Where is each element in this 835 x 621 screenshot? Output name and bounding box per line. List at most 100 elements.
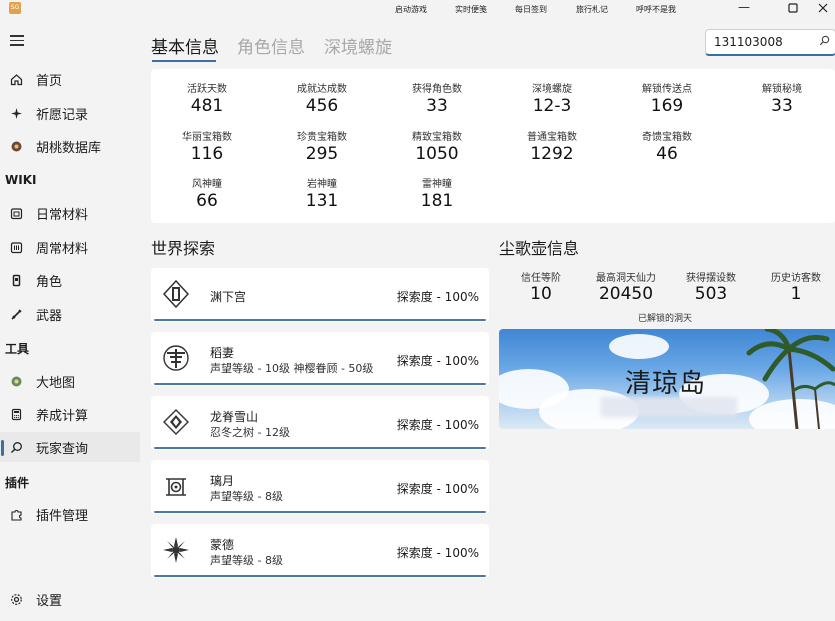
palm-tree-icon xyxy=(746,329,835,429)
tab-spiral-abyss[interactable]: 深境螺旋 xyxy=(324,33,392,58)
sidebar-item-label: 祈愿记录 xyxy=(36,107,89,123)
exploration-bar xyxy=(154,575,486,577)
stat-precious-chests: 珍贵宝箱数 295 xyxy=(266,128,378,164)
sidebar-item-home[interactable]: 首页 xyxy=(0,64,140,94)
stat-value: 1292 xyxy=(530,144,574,164)
app-icon: SG xyxy=(9,2,21,14)
minimize-icon[interactable]: — xyxy=(736,0,752,14)
uid-search-input[interactable]: 131103008 xyxy=(705,29,835,56)
stat-label: 普通宝箱数 xyxy=(527,132,577,143)
maximize-icon[interactable] xyxy=(785,2,801,16)
title-bar: 启动游戏 实时便笺 每日签到 旅行札记 呼呼不是我 — xyxy=(140,0,835,22)
stat-label: 华丽宝箱数 xyxy=(182,132,232,143)
sidebar-item-characters[interactable]: 角色 xyxy=(0,265,140,295)
teapot-stat-visitors: 历史访客数 1 xyxy=(752,269,835,304)
stat-label: 珍贵宝箱数 xyxy=(297,132,347,143)
launch-game-link[interactable]: 启动游戏 xyxy=(395,4,427,15)
teapot-info-title: 尘歌壶信息 xyxy=(499,239,580,258)
stat-value: 12-3 xyxy=(532,96,572,116)
stat-value: 10 xyxy=(530,284,552,304)
daily-checkin-link[interactable]: 每日签到 xyxy=(515,4,547,15)
stat-exquisite-chests: 精致宝箱数 1050 xyxy=(381,128,493,164)
user-account-link[interactable]: 呼呼不是我 xyxy=(636,4,676,15)
basic-stats-card: 活跃天数 481 成就达成数 456 获得角色数 33 深境螺旋 12-3 解锁传送点 1… xyxy=(151,69,835,223)
section-tools: 工具 xyxy=(5,342,30,356)
sidebar-item-label: 首页 xyxy=(36,73,63,89)
dragonspine-emblem-icon xyxy=(163,409,189,435)
sidebar-item-wish-history[interactable]: 祈愿记录 xyxy=(0,98,140,128)
sidebar-item-weapons[interactable]: 武器 xyxy=(0,299,140,329)
stat-label: 雷神瞳 xyxy=(422,179,452,190)
stat-value: 1 xyxy=(790,284,802,304)
stat-value: 66 xyxy=(196,191,218,211)
stat-domains: 解锁秘境 33 xyxy=(726,80,835,116)
region-subtitle: 忍冬之树 - 12级 xyxy=(210,426,290,439)
region-name: 璃月 xyxy=(210,474,235,488)
region-card-dragonspine: 龙脊雪山 忍冬之树 - 12级 探索度 - 100% xyxy=(151,396,489,450)
sidebar-item-calculator[interactable]: 养成计算 xyxy=(0,399,140,429)
travel-notes-link[interactable]: 旅行札记 xyxy=(576,4,608,15)
character-icon xyxy=(9,273,23,287)
sidebar-item-label: 角色 xyxy=(36,274,63,290)
realm-card-image[interactable]: 清琼岛 xyxy=(499,329,835,429)
realtime-notes-link[interactable]: 实时便笺 xyxy=(455,4,487,15)
exploration-bar xyxy=(154,511,486,513)
sidebar-item-label: 设置 xyxy=(36,593,63,609)
teapot-stat-trust-rank: 信任等阶 10 xyxy=(497,269,585,304)
region-exploration: 探索度 - 100% xyxy=(396,482,479,496)
stat-value: 295 xyxy=(305,144,339,164)
stat-value: 456 xyxy=(305,96,339,116)
stat-waypoints: 解锁传送点 169 xyxy=(611,80,723,116)
exploration-bar xyxy=(154,447,486,449)
close-icon[interactable] xyxy=(815,2,831,16)
stat-spiral-abyss: 深境螺旋 12-3 xyxy=(496,80,608,116)
hamburger-menu-icon[interactable] xyxy=(10,35,24,46)
sidebar-item-player-query[interactable]: 玩家查询 xyxy=(0,432,140,462)
search-icon xyxy=(9,440,23,454)
region-card-mondstadt: 蒙德 声望等级 - 8级 探索度 - 100% xyxy=(151,524,489,578)
realm-name: 清琼岛 xyxy=(625,369,707,399)
unlocked-realms-label: 已解锁的洞天 xyxy=(638,314,693,324)
sidebar-item-map[interactable]: 大地图 xyxy=(0,366,140,396)
tab-basic-info[interactable]: 基本信息 xyxy=(151,33,219,58)
sidebar-item-label: 周常材料 xyxy=(36,241,89,257)
stat-luxurious-chests: 华丽宝箱数 116 xyxy=(151,128,263,164)
sidebar-item-daily-materials[interactable]: 日常材料 xyxy=(0,198,140,228)
sidebar-item-weekly-materials[interactable]: 周常材料 xyxy=(0,232,140,262)
sidebar-item-plugin-manager[interactable]: 插件管理 xyxy=(0,499,140,529)
active-tab-indicator xyxy=(152,60,216,62)
stat-value: 20450 xyxy=(598,284,654,304)
stat-label: 历史访客数 xyxy=(771,273,821,284)
stat-remarkable-chests: 奇馈宝箱数 46 xyxy=(611,128,723,164)
region-exploration: 探索度 - 100% xyxy=(396,290,479,304)
stat-anemoculus: 风神瞳 66 xyxy=(151,175,263,211)
tab-character-info[interactable]: 角色信息 xyxy=(237,33,305,58)
home-icon xyxy=(9,72,23,86)
map-icon xyxy=(9,374,23,388)
stat-label: 活跃天数 xyxy=(187,84,227,95)
sidebar-item-settings[interactable]: 设置 xyxy=(0,584,140,614)
world-exploration-title: 世界探索 xyxy=(151,239,216,258)
region-subtitle: 声望等级 - 10级 神樱眷顾 - 50级 xyxy=(210,362,374,375)
stat-value: 481 xyxy=(190,96,224,116)
teapot-stat-adeptal-energy: 最高洞天仙力 20450 xyxy=(582,269,670,304)
sidebar-item-hutao-db[interactable]: 胡桃数据库 xyxy=(0,131,140,161)
search-icon[interactable] xyxy=(819,35,830,49)
calendar-icon xyxy=(9,206,23,220)
exploration-bar xyxy=(154,383,486,385)
stat-value: 116 xyxy=(190,144,224,164)
liyue-emblem-icon xyxy=(166,478,186,496)
calculator-icon xyxy=(9,407,23,421)
stat-characters: 获得角色数 33 xyxy=(381,80,493,116)
stat-value: 131 xyxy=(305,191,339,211)
stat-value: 181 xyxy=(420,191,454,211)
region-subtitle: 声望等级 - 8级 xyxy=(210,554,283,567)
stat-common-chests: 普通宝箱数 1292 xyxy=(496,128,608,164)
stat-value: 33 xyxy=(426,96,448,116)
region-exploration: 探索度 - 100% xyxy=(396,546,479,560)
stat-value: 503 xyxy=(694,284,728,304)
sidebar-item-label: 武器 xyxy=(36,308,63,324)
stat-label: 岩神瞳 xyxy=(307,179,337,190)
stat-label: 深境螺旋 xyxy=(532,84,572,95)
stat-label: 精致宝箱数 xyxy=(412,132,462,143)
